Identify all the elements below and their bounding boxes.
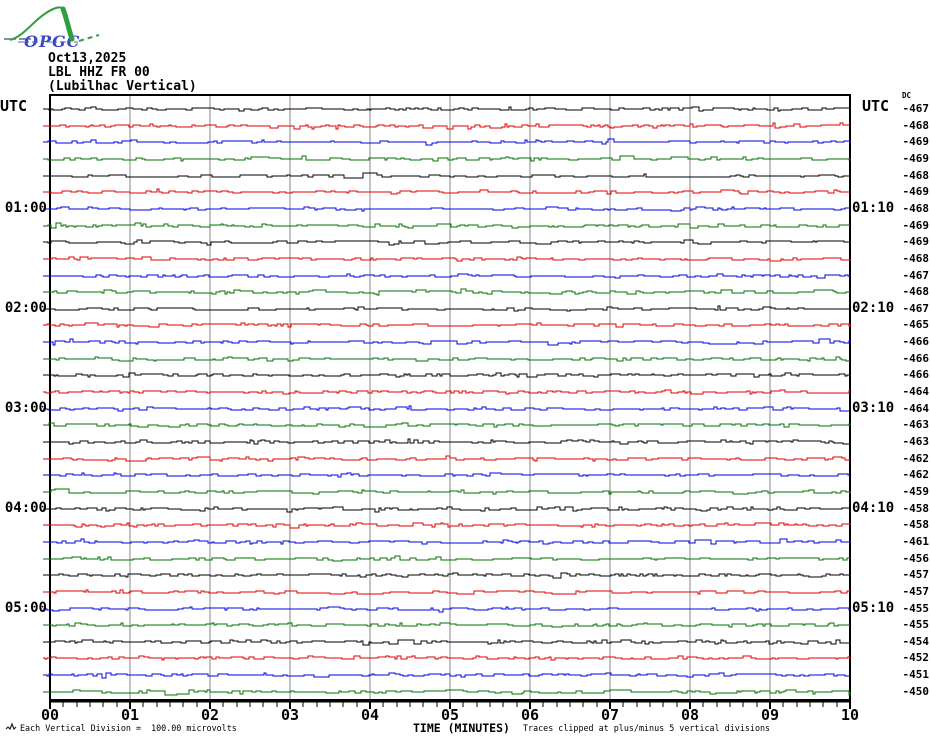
dc-value: -456 [902,552,930,565]
x-tick-label: 07 [600,706,620,724]
dc-value: -466 [902,352,930,365]
trace-row [43,239,851,246]
scale-marker-icon [5,722,17,731]
dc-value: -469 [902,152,930,165]
dc-value: -468 [902,169,930,182]
trace-row [43,389,850,395]
x-axis-title: TIME (MINUTES) [413,721,510,735]
scale-note: Each Vertical Division = 100.00 microvol… [20,723,237,733]
dc-value: -468 [902,202,930,215]
trace-row [43,106,850,112]
trace-row [43,206,850,212]
x-tick-label: 10 [840,706,860,724]
trace-row [43,672,850,679]
x-tick-label: 03 [280,706,300,724]
trace-row [43,488,851,495]
clip-note: Traces clipped at plus/minus 5 vertical … [523,723,771,733]
trace-row [43,589,850,595]
trace-row [43,639,850,646]
dc-value: -463 [902,435,930,448]
trace-row [43,472,850,478]
left-time-label: 05:00 [4,600,47,616]
dc-value: -462 [902,452,930,465]
trace-row [43,405,850,412]
trace-row [43,273,851,279]
trace-row [43,222,850,229]
dc-value: -458 [902,502,930,515]
x-tick-label: 00 [40,706,60,724]
trace-row [43,188,850,195]
dc-value: -451 [902,668,930,681]
trace-row [43,438,850,445]
x-tick-label: 02 [200,706,220,724]
x-tick-label: 08 [680,706,700,724]
trace-row [43,256,851,262]
dc-value: -455 [902,618,930,631]
dc-value: -465 [902,318,930,331]
trace-row [43,288,850,296]
x-tick-label: 06 [520,706,540,724]
trace-row [43,522,851,529]
dc-value: -462 [902,468,930,481]
trace-row [43,506,850,513]
dc-value: -459 [902,485,930,498]
dc-value: -467 [902,302,930,315]
dc-value: -464 [902,385,930,398]
trace-row [43,172,850,179]
dc-value: -463 [902,418,930,431]
x-tick-label: 04 [360,706,380,724]
trace-row [43,538,851,545]
dc-value: -457 [902,585,930,598]
trace-row [43,555,850,562]
trace-row [43,655,851,661]
dc-value: -457 [902,568,930,581]
dc-value: -464 [902,402,930,415]
dc-value: -469 [902,235,930,248]
dc-value: -469 [902,185,930,198]
helicorder-page: OPGC Oct13,2025 LBL HHZ FR 00 (Lubilhac … [0,0,930,744]
dc-value: -467 [902,269,930,282]
trace-row [43,572,851,579]
dc-value: -469 [902,135,930,148]
dc-value: -468 [902,285,930,298]
trace-row [43,356,850,362]
trace-row [43,305,850,312]
trace-row [43,138,851,146]
dc-value: -468 [902,252,930,265]
x-tick-label: 01 [120,706,140,724]
dc-value: -454 [902,635,930,648]
seismogram-plot [43,94,851,709]
left-time-label: 01:00 [4,200,47,216]
left-time-label: 03:00 [4,400,47,416]
trace-row [43,155,851,162]
dc-value: -466 [902,335,930,348]
x-tick-label: 09 [760,706,780,724]
dc-value: -450 [902,685,930,698]
trace-row [43,622,850,628]
dc-value: -469 [902,219,930,232]
trace-row [43,322,851,328]
dc-value: -455 [902,602,930,615]
dc-value: -467 [902,102,930,115]
trace-row [43,338,851,346]
trace-row [43,606,850,613]
trace-row [43,455,850,462]
dc-value: -458 [902,518,930,531]
left-time-label: 04:00 [4,500,47,516]
dc-value: -468 [902,119,930,132]
dc-value: -466 [902,368,930,381]
trace-row [43,122,850,130]
dc-value: -461 [902,535,930,548]
dc-value: -452 [902,651,930,664]
trace-row [43,689,851,696]
left-time-label: 02:00 [4,300,47,316]
trace-row [43,372,850,378]
trace-row [43,422,851,428]
